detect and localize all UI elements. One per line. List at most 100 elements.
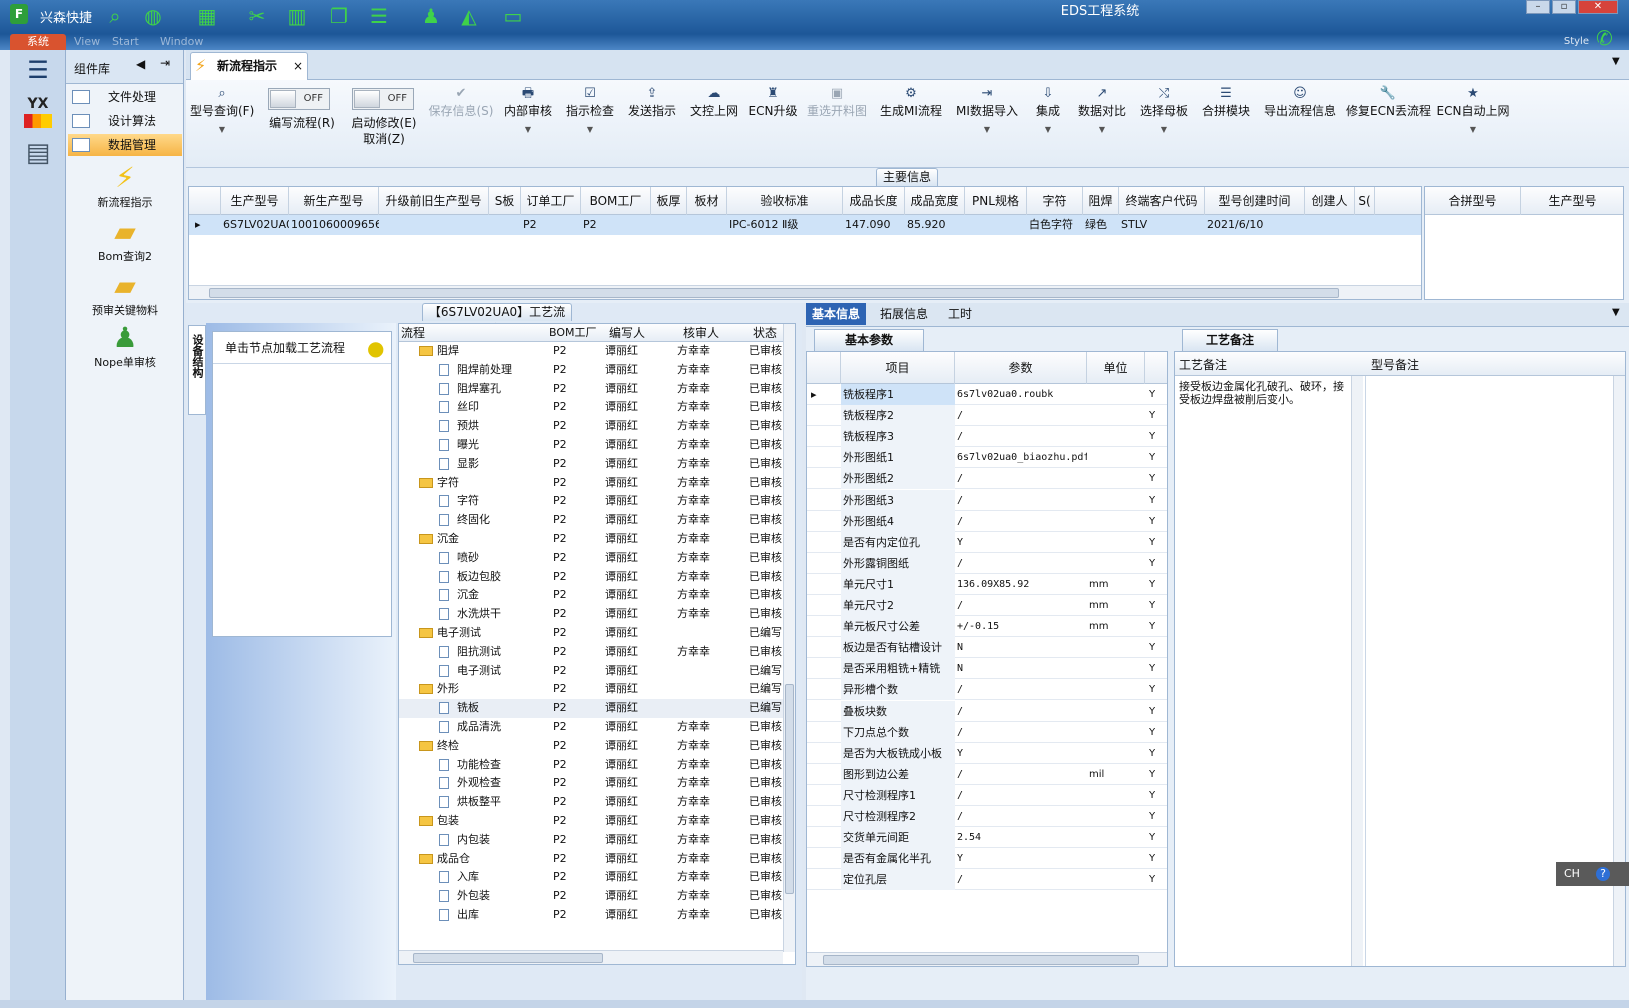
ecn-upgrade-button[interactable]: ♜ ECN升级 — [748, 86, 798, 119]
param-value[interactable]: / — [955, 806, 1087, 827]
column-header[interactable]: 订单工厂 — [521, 187, 581, 215]
tree-row[interactable]: 显影 P2 谭丽红 方幸幸 已审核 — [399, 455, 783, 474]
param-subtab[interactable]: 基本参数 — [814, 329, 924, 351]
maximize-button[interactable]: ▫ — [1552, 0, 1576, 14]
tree-row[interactable]: 曝光 P2 谭丽红 方幸幸 已审核 — [399, 436, 783, 455]
column-header[interactable]: S板 — [489, 187, 521, 215]
calculator-icon[interactable]: ▤ — [16, 138, 60, 168]
param-row[interactable]: 是否有金属化半孔 Y Y — [807, 848, 1167, 870]
param-value[interactable]: N — [955, 658, 1087, 679]
column-header[interactable]: 单位 — [1087, 352, 1145, 384]
chevron-down-icon[interactable]: ▼ — [1612, 307, 1620, 318]
tree-row[interactable]: 铣板 P2 谭丽红 已编写 — [399, 699, 783, 718]
column-header[interactable]: PNL规格 — [965, 187, 1027, 215]
tree-row[interactable]: 阻焊 P2 谭丽红 方幸幸 已审核 — [399, 342, 783, 361]
phone-icon[interactable]: ✆ — [1596, 26, 1613, 50]
column-header[interactable]: 生产型号 — [221, 187, 289, 215]
write-process-toggle[interactable]: OFF — [268, 88, 330, 110]
column-header[interactable]: 成品长度 — [843, 187, 905, 215]
scroll-thumb[interactable] — [785, 684, 794, 894]
param-row[interactable]: 是否采用粗铣+精铣 N Y — [807, 658, 1167, 680]
param-row[interactable]: 单元尺寸1 136.09X85.92 mm Y — [807, 573, 1167, 595]
tree-row[interactable]: 外观检查 P2 谭丽红 方幸幸 已审核 — [399, 774, 783, 793]
tree-row[interactable]: 内包装 P2 谭丽红 方幸幸 已审核 — [399, 831, 783, 850]
export-process-button[interactable]: ☺ 导出流程信息 — [1260, 86, 1340, 119]
tree-row[interactable]: 沉金 P2 谭丽红 方幸幸 已审核 — [399, 586, 783, 605]
param-row[interactable]: 是否为大板铣成小板 Y Y — [807, 742, 1167, 764]
param-row[interactable]: 下刀点总个数 / Y — [807, 721, 1167, 743]
cell[interactable] — [379, 215, 489, 235]
tree-row[interactable]: 烘板整平 P2 谭丽红 方幸幸 已审核 — [399, 793, 783, 812]
tree-row[interactable]: 阻焊前处理 P2 谭丽红 方幸幸 已审核 — [399, 361, 783, 380]
column-header[interactable]: 板厚 — [651, 187, 687, 215]
tree-row[interactable]: 板边包胶 P2 谭丽红 方幸幸 已审核 — [399, 568, 783, 587]
column-header[interactable]: 成品宽度 — [905, 187, 965, 215]
tree-row[interactable]: 沉金 P2 谭丽红 方幸幸 已审核 — [399, 530, 783, 549]
chevron-down-icon[interactable]: ▼ — [1612, 56, 1620, 67]
model-query-button[interactable]: ⌕ 型号查询(F) ▼ — [190, 86, 254, 134]
param-row[interactable]: 板边是否有钻槽设计 N Y — [807, 637, 1167, 659]
copy-icon[interactable]: ❐ — [326, 3, 352, 29]
param-value[interactable]: / — [955, 785, 1087, 806]
tree-row[interactable]: 水洗烘干 P2 谭丽红 方幸幸 已审核 — [399, 605, 783, 624]
pin-icon[interactable]: ⇥ — [160, 56, 170, 70]
param-value[interactable]: / — [955, 701, 1087, 722]
cell[interactable]: IPC-6012 Ⅱ级 — [727, 215, 843, 235]
tree-row[interactable]: 喷砂 P2 谭丽红 方幸幸 已审核 — [399, 549, 783, 568]
cell[interactable] — [687, 215, 727, 235]
param-row[interactable]: 交货单元间距 2.54 Y — [807, 827, 1167, 849]
param-row[interactable]: 外形图纸4/ Y — [807, 510, 1167, 532]
column-header[interactable]: 工艺备注 — [1179, 356, 1227, 373]
param-value[interactable]: / — [955, 679, 1087, 700]
remark-subtab[interactable]: 工艺备注 — [1182, 329, 1278, 351]
ecn-auto-online-button[interactable]: ★ ECN自动上网 ▼ — [1436, 86, 1510, 134]
tree-row[interactable]: 阻抗测试 P2 谭丽红 方幸幸 已审核 — [399, 643, 783, 662]
param-row[interactable]: 单元尺寸2/mm Y — [807, 595, 1167, 616]
tree-row[interactable]: 丝印 P2 谭丽红 方幸幸 已审核 — [399, 398, 783, 417]
param-row[interactable]: 尺寸检测程序2/ Y — [807, 806, 1167, 827]
param-value[interactable]: / — [955, 869, 1087, 890]
send-instruction-button[interactable]: ⇪ 发送指示 — [624, 86, 680, 119]
param-row[interactable]: 尺寸检测程序1/ Y — [807, 784, 1167, 806]
film-icon[interactable]: ▥ — [284, 3, 310, 29]
cell[interactable]: 10010600096567 — [289, 215, 379, 235]
menu-item-window[interactable]: Window — [160, 35, 203, 48]
minimize-button[interactable]: – — [1526, 0, 1550, 14]
grid-icon[interactable]: ▦ — [194, 3, 220, 29]
column-header[interactable]: 终端客户代码 — [1119, 187, 1205, 215]
internal-review-button[interactable]: 🖶 内部审核 ▼ — [500, 86, 556, 134]
side-tab-device[interactable]: 设备结构 — [188, 325, 206, 415]
sidebar-item-file[interactable]: 文件处理 — [68, 86, 182, 108]
column-header[interactable]: BOM工厂 — [581, 187, 651, 215]
column-header[interactable]: 验收标准 — [727, 187, 843, 215]
param-value[interactable]: / — [955, 722, 1087, 743]
vertical-scrollbar[interactable] — [1351, 376, 1363, 966]
cell[interactable]: P2 — [521, 215, 581, 235]
column-header[interactable]: 项目 — [841, 352, 955, 384]
param-value[interactable]: / — [955, 764, 1087, 785]
sidebar-item-data[interactable]: 数据管理 — [68, 134, 182, 156]
merge-module-button[interactable]: ☰ 合拼模块 — [1198, 86, 1254, 119]
param-value[interactable]: / — [955, 490, 1087, 511]
menu-item-view[interactable]: View — [74, 35, 100, 48]
fix-ecn-button[interactable]: 🔧 修复ECN丢流程 — [1346, 86, 1431, 119]
tree-row[interactable]: 外包装 P2 谭丽红 方幸幸 已审核 — [399, 887, 783, 906]
column-header[interactable]: 新生产型号 — [289, 187, 379, 215]
param-value[interactable]: / — [955, 405, 1087, 426]
tool-nope-review[interactable]: ♟ Nope单审核 — [66, 322, 184, 370]
tab-new-process[interactable]: ⚡ 新流程指示 × — [190, 52, 308, 80]
param-row[interactable]: 是否有内定位孔 Y Y — [807, 531, 1167, 553]
column-header[interactable]: 状态 — [753, 324, 777, 342]
column-header[interactable]: S( — [1355, 187, 1375, 215]
scissors-icon[interactable]: ✂ — [244, 3, 270, 29]
param-value[interactable]: Y — [955, 532, 1087, 553]
param-row[interactable]: 叠板块数 / Y — [807, 700, 1167, 722]
tool-new-process[interactable]: ⚡ 新流程指示 — [66, 162, 184, 210]
param-row[interactable]: 铣板程序2/ Y — [807, 405, 1167, 427]
tool-prereview[interactable]: ▰ 预审关键物料 — [66, 270, 184, 318]
param-row[interactable]: 单元板尺寸公差 +/-0.15 mm Y — [807, 616, 1167, 638]
tree-row[interactable]: 入库 P2 谭丽红 方幸幸 已审核 — [399, 868, 783, 887]
reselect-cut-button[interactable]: ▣ 重选开料图 — [804, 86, 870, 119]
param-value[interactable]: / — [955, 426, 1087, 447]
integrate-button[interactable]: ⇩ 集成 ▼ — [1028, 86, 1068, 134]
